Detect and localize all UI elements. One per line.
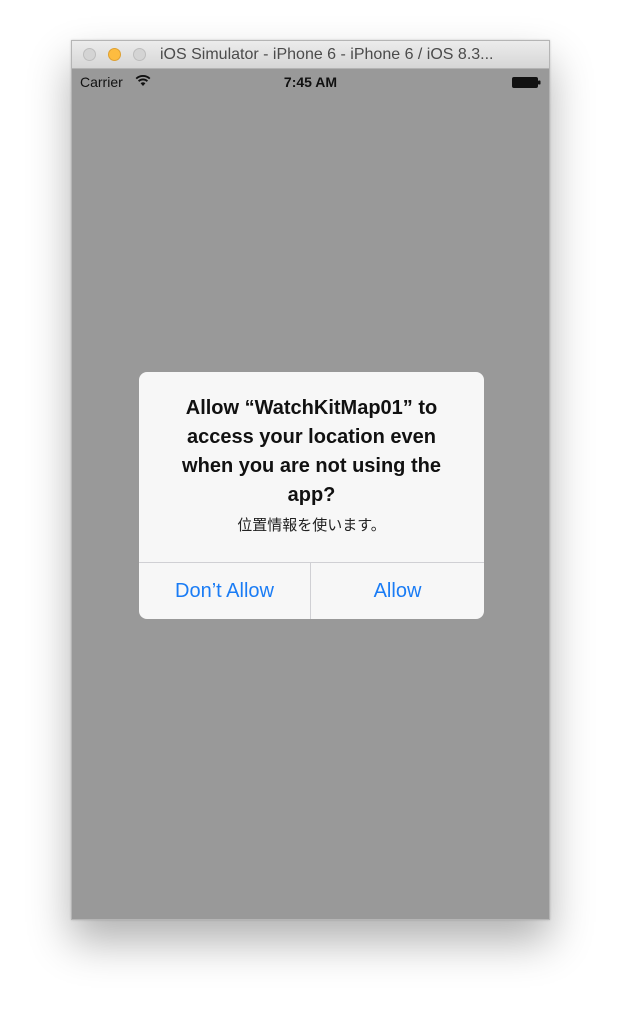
allow-button[interactable]: Allow	[311, 563, 484, 619]
close-window-button[interactable]	[83, 48, 96, 61]
dont-allow-button[interactable]: Don’t Allow	[139, 563, 311, 619]
battery-icon	[512, 77, 541, 88]
window-title: iOS Simulator - iPhone 6 - iPhone 6 / iO…	[160, 46, 494, 63]
simulator-window: iOS Simulator - iPhone 6 - iPhone 6 / iO…	[71, 40, 550, 920]
alert-message: 位置情報を使います。	[237, 517, 386, 534]
minimize-window-button[interactable]	[108, 48, 121, 61]
location-permission-alert: Allow “WatchKitMap01” to access your loc…	[139, 372, 484, 619]
status-time: 7:45 AM	[283, 74, 338, 90]
device-screen: Carrier 7:45 AM Allow “WatchKitMap01” to…	[72, 69, 549, 919]
status-bar: Carrier 7:45 AM	[72, 69, 549, 95]
zoom-window-button[interactable]	[133, 48, 146, 61]
alert-title: Allow “WatchKitMap01” to access your loc…	[182, 397, 441, 506]
window-titlebar[interactable]: iOS Simulator - iPhone 6 - iPhone 6 / iO…	[72, 41, 549, 69]
alert-button-row: Don’t Allow Allow	[139, 562, 484, 619]
